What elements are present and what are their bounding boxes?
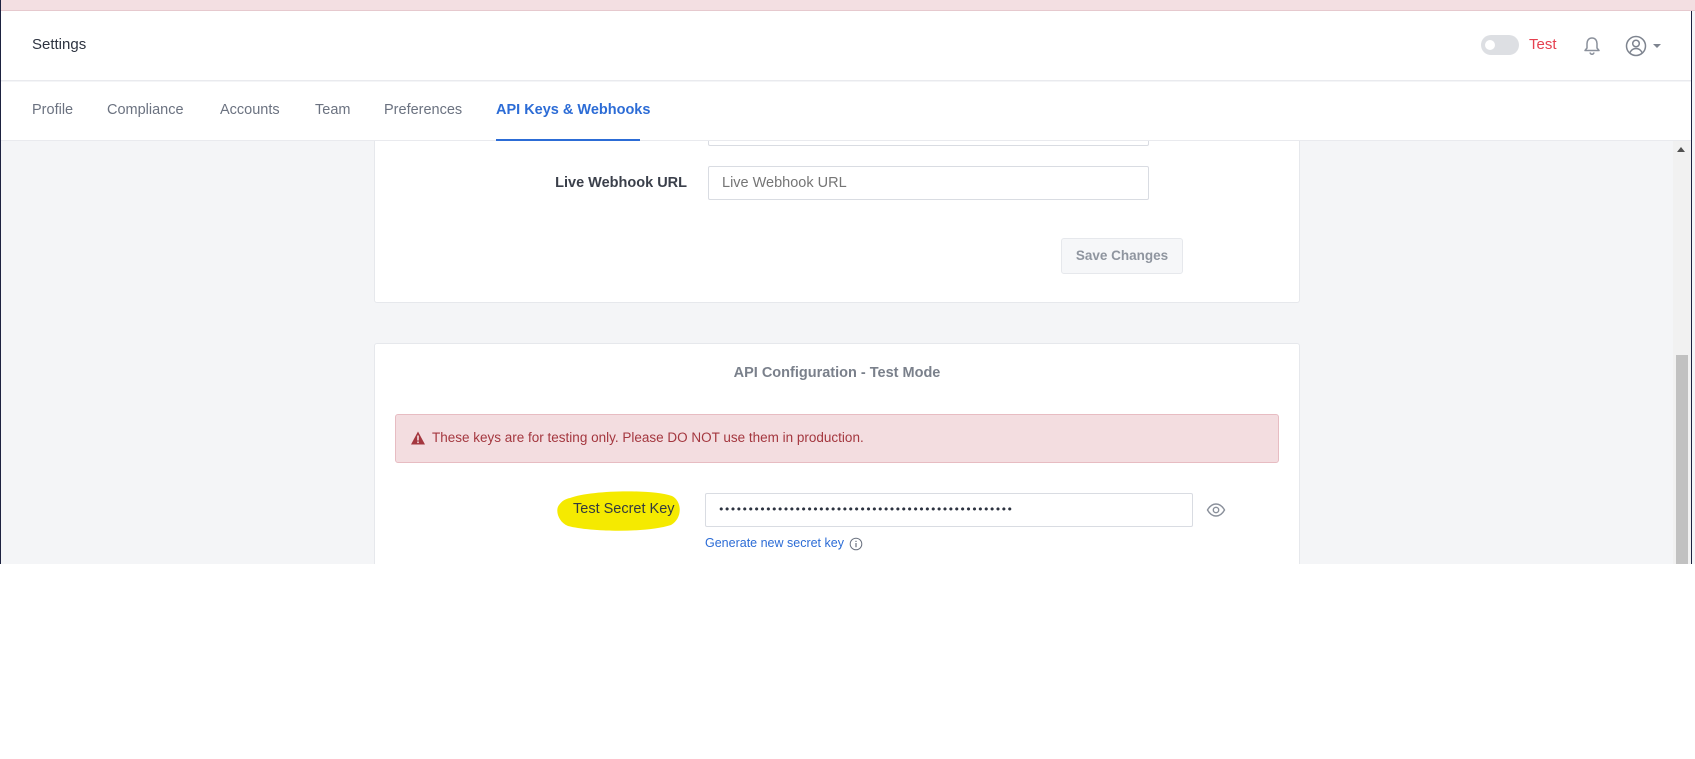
test-secret-key-label: Test Secret Key bbox=[573, 501, 675, 517]
live-webhook-url-label: Live Webhook URL bbox=[555, 175, 687, 191]
tab-accounts[interactable]: Accounts bbox=[220, 82, 280, 141]
test-keys-warning-alert: These keys are for testing only. Please … bbox=[395, 414, 1279, 463]
api-configuration-test-card: API Configuration - Test Mode These keys… bbox=[374, 343, 1300, 564]
test-mode-banner-strip bbox=[1, 0, 1695, 11]
eye-icon[interactable] bbox=[1206, 501, 1226, 519]
app-window: Settings Test Profile Compliance Account… bbox=[0, 0, 1695, 564]
scroll-up-arrow-icon[interactable] bbox=[1677, 147, 1685, 152]
toggle-knob bbox=[1485, 40, 1495, 50]
user-menu[interactable] bbox=[1624, 34, 1664, 58]
tab-api-keys-webhooks[interactable]: API Keys & Webhooks bbox=[496, 82, 650, 141]
tab-profile[interactable]: Profile bbox=[32, 82, 73, 141]
scrollbar-thumb[interactable] bbox=[1676, 355, 1688, 564]
live-callback-url-input[interactable] bbox=[708, 141, 1149, 146]
tab-preferences[interactable]: Preferences bbox=[384, 82, 462, 141]
tab-team[interactable]: Team bbox=[315, 82, 350, 141]
live-webhooks-card: Live Webhook URL Save Changes bbox=[374, 141, 1300, 303]
caret-down-icon bbox=[1653, 44, 1661, 48]
window-edge bbox=[1691, 11, 1692, 564]
info-circle-icon[interactable] bbox=[849, 537, 863, 551]
bell-icon[interactable] bbox=[1581, 35, 1603, 57]
card-title: API Configuration - Test Mode bbox=[733, 365, 941, 381]
mode-label: Test bbox=[1529, 36, 1557, 53]
warning-triangle-icon bbox=[411, 431, 425, 445]
settings-content: Live Webhook URL Save Changes API Config… bbox=[1, 141, 1673, 564]
tab-compliance[interactable]: Compliance bbox=[107, 82, 184, 141]
save-changes-button[interactable]: Save Changes bbox=[1061, 238, 1183, 274]
content-scrollbar[interactable] bbox=[1673, 141, 1691, 564]
settings-tabs: Profile Compliance Accounts Team Prefere… bbox=[1, 82, 1691, 141]
user-circle-icon bbox=[1625, 35, 1647, 57]
live-webhook-url-input[interactable] bbox=[708, 166, 1149, 200]
test-secret-key-input[interactable]: ••••••••••••••••••••••••••••••••••••••••… bbox=[705, 493, 1193, 527]
test-mode-toggle[interactable] bbox=[1481, 35, 1519, 55]
generate-new-secret-key-link[interactable]: Generate new secret key bbox=[705, 536, 844, 550]
alert-text: These keys are for testing only. Please … bbox=[432, 430, 864, 445]
top-header: Settings Test bbox=[1, 11, 1691, 81]
page-title: Settings bbox=[32, 36, 87, 53]
